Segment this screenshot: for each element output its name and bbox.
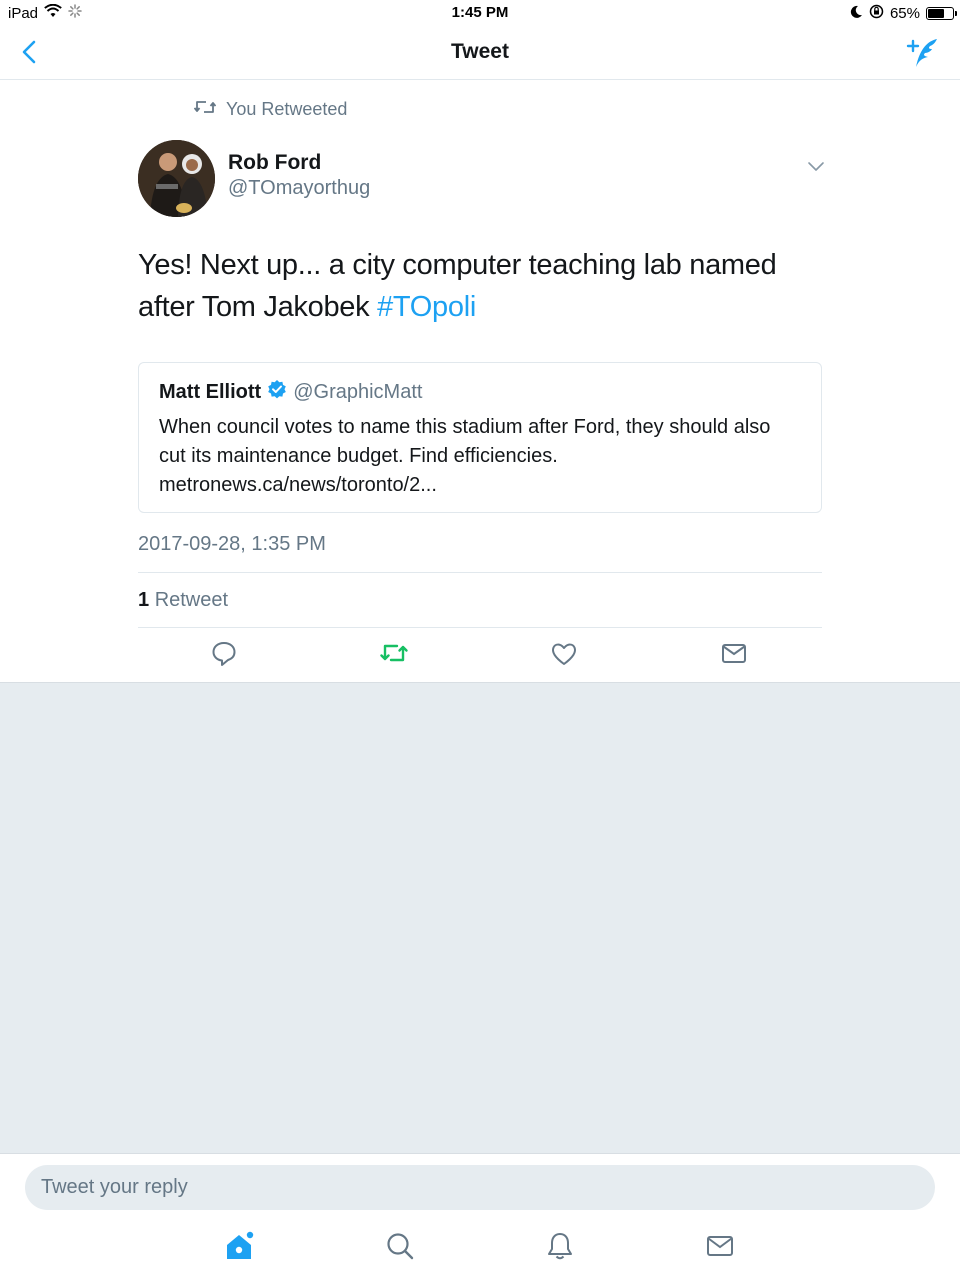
moon-icon [849,5,863,23]
compose-tweet-icon[interactable] [904,36,940,70]
divider [138,627,822,628]
tweet-actions [0,638,960,674]
heart-icon[interactable] [549,638,579,668]
page-title: Tweet [451,40,509,63]
quote-header: Matt Elliott @GraphicMatt [159,379,422,405]
battery-icon [926,7,957,20]
home-icon[interactable] [223,1229,257,1263]
empty-replies-area [0,682,960,1153]
search-icon[interactable] [383,1229,417,1263]
mail-icon[interactable] [719,638,749,668]
notifications-icon[interactable] [543,1229,577,1263]
tab-bar [0,1221,960,1280]
reply-bar [0,1153,960,1221]
reply-icon[interactable] [209,638,239,668]
status-bar: iPad 1:45 PM 65% [0,0,960,26]
retweet-small-icon [193,99,217,120]
author-name[interactable]: Rob Ford [228,151,321,175]
battery-fill [928,9,944,18]
quoted-tweet[interactable]: Matt Elliott @GraphicMatt When council v… [138,362,822,513]
status-right: 65% [849,4,957,23]
retweet-word: Retweet [154,589,229,611]
retweeted-indicator: You Retweeted [193,99,348,120]
retweet-count: 1 [138,589,150,611]
messages-icon[interactable] [703,1229,737,1263]
retweet-stats[interactable]: 1 Retweet [138,589,228,612]
author-handle[interactable]: @TOmayorthug [228,177,370,200]
battery-percent: 65% [889,5,920,22]
divider [138,572,822,573]
quote-text: When council votes to name this stadium … [159,416,771,496]
nav-bar: Tweet [0,26,960,80]
reply-input[interactable] [25,1165,935,1210]
chevron-down-icon[interactable] [806,156,826,176]
hashtag-link[interactable]: #TOpoli [377,291,476,323]
retweet-icon[interactable] [379,638,409,668]
verified-badge-icon [267,379,287,405]
avatar[interactable] [138,140,215,217]
quote-author-name: Matt Elliott [159,380,262,403]
rotation-lock-icon [869,4,884,23]
status-time: 1:45 PM [451,4,509,21]
quote-author-handle: @GraphicMatt [293,380,423,403]
retweeted-label: You Retweeted [226,99,348,119]
tweet-text: Yes! Next up... a city computer teaching… [138,244,818,328]
tweet-timestamp: 2017-09-28, 1:35 PM [138,533,326,555]
